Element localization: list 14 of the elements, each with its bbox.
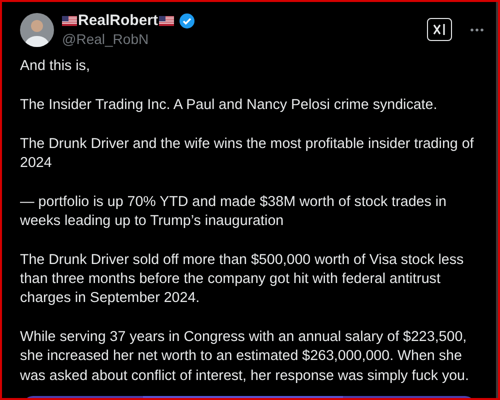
more-icon[interactable] [470,28,484,32]
avatar[interactable] [20,12,54,46]
post-paragraph: While serving 37 years in Congress with an annual salary of $223,500, she increased her net worth to an estimated $263,000,000. When she was asked about conflict of interest, her response was simply fuck you. [20,328,470,386]
author-name[interactable]: RealRobert [78,12,158,29]
post-paragraph: The Drunk Driver and the wife wins the most profitable insider trading of 2024 [20,134,475,173]
grok-logo-icon [432,22,447,37]
flag-icon [159,16,174,26]
flag-icon [62,16,77,26]
post-paragraph: The Insider Trading Inc. A Paul and Nancy Pelosi crime syndicate. [20,96,438,115]
grok-button[interactable] [427,18,452,41]
post-paragraph: And this is, [20,57,91,76]
post-paragraph: The Drunk Driver sold off more than $500,000 worth of Visa stock less than three months before the company got hit with federal antitrust charges in September 2024. [20,250,465,308]
post-paragraph: — portfolio is up 70% YTD and made $38M worth of stock trades in weeks leading up to Trump’s inauguration [20,192,448,231]
author-handle[interactable]: @Real_RobN [62,31,419,47]
